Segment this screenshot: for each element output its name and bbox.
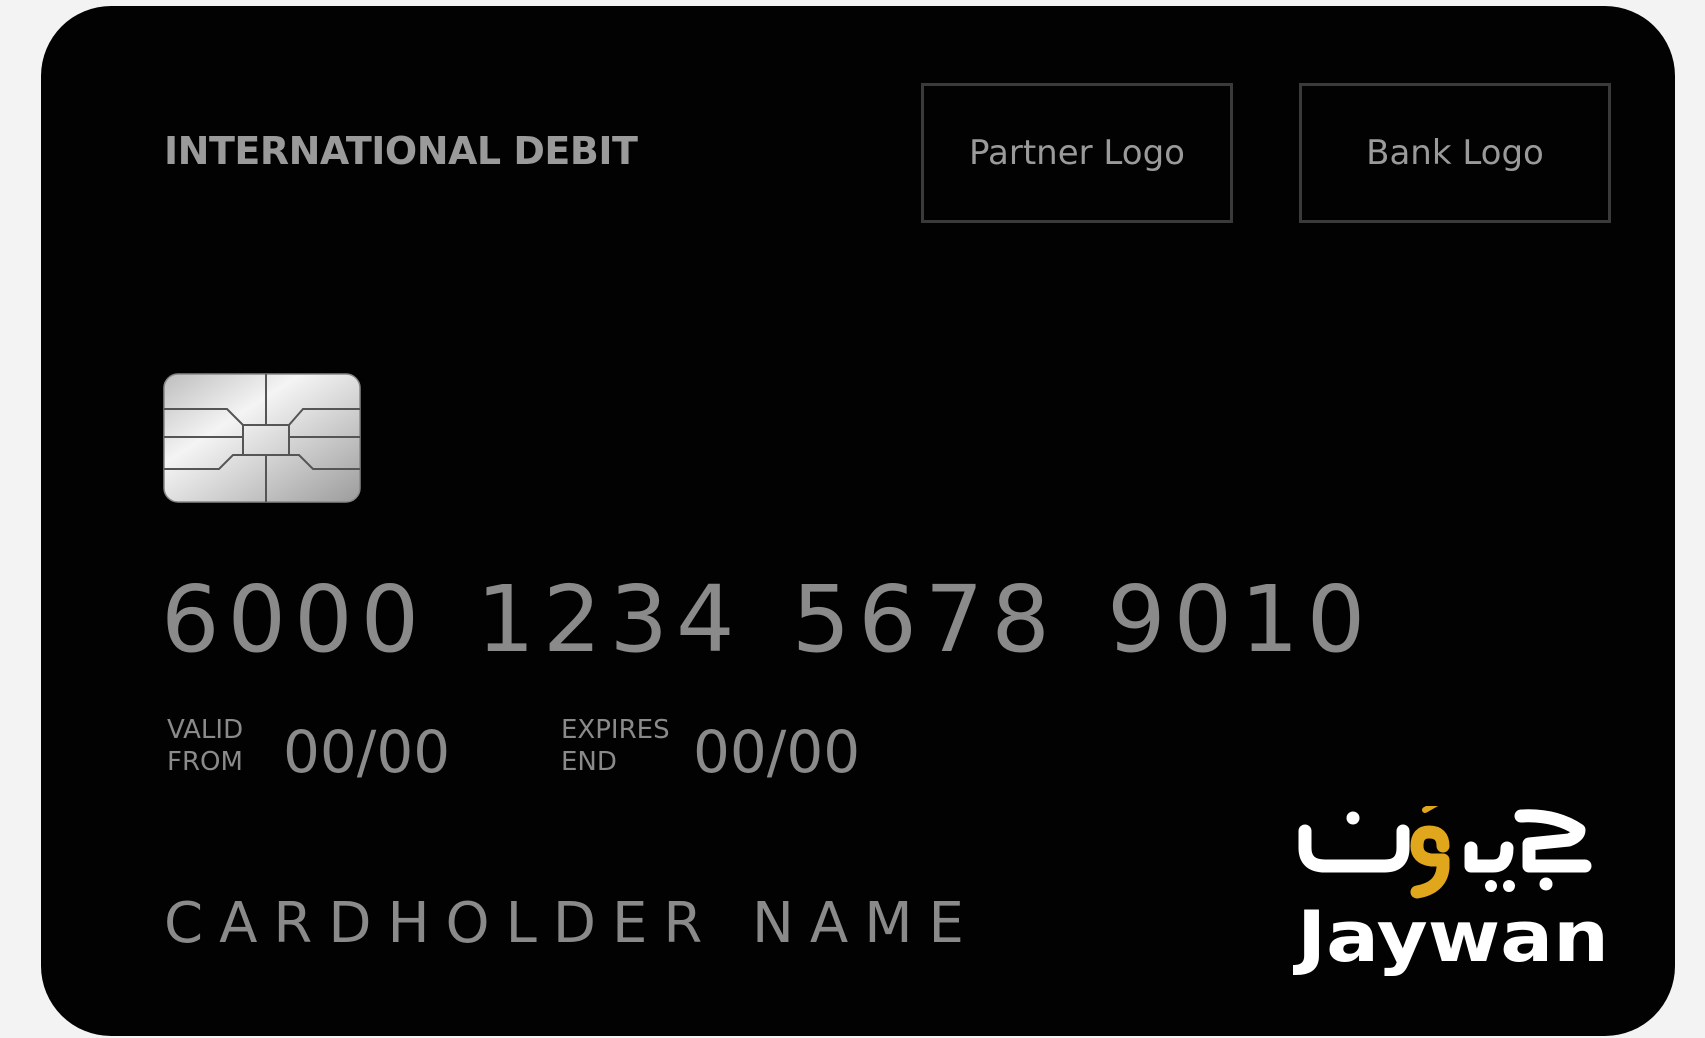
expires-end-value: 00/00 (693, 718, 861, 786)
valid-label-line1: VALID (167, 715, 244, 745)
card-number: 6000 1234 5678 9010 (161, 566, 1374, 673)
bank-logo-placeholder: Bank Logo (1299, 83, 1611, 223)
valid-from-value: 00/00 (283, 718, 451, 786)
valid-label-line2: FROM (167, 747, 243, 777)
expires-label-line1: EXPIRES (561, 715, 670, 745)
cardholder-name: CARDHOLDER NAME (164, 891, 980, 956)
bank-logo-text: Bank Logo (1366, 133, 1544, 173)
partner-logo-placeholder: Partner Logo (921, 83, 1233, 223)
expires-label-line2: END (561, 747, 617, 777)
debit-card: INTERNATIONAL DEBIT Partner Logo Bank Lo… (41, 6, 1675, 1036)
emv-chip-icon (163, 373, 361, 503)
valid-from-label: VALID FROM (167, 714, 243, 778)
card-type-label: INTERNATIONAL DEBIT (164, 129, 638, 173)
expires-end-label: EXPIRES END (561, 714, 670, 778)
partner-logo-text: Partner Logo (969, 133, 1185, 173)
jaywan-latin-wordmark: Jaywan (1293, 896, 1609, 976)
jaywan-logo: Jaywan (1293, 806, 1609, 976)
